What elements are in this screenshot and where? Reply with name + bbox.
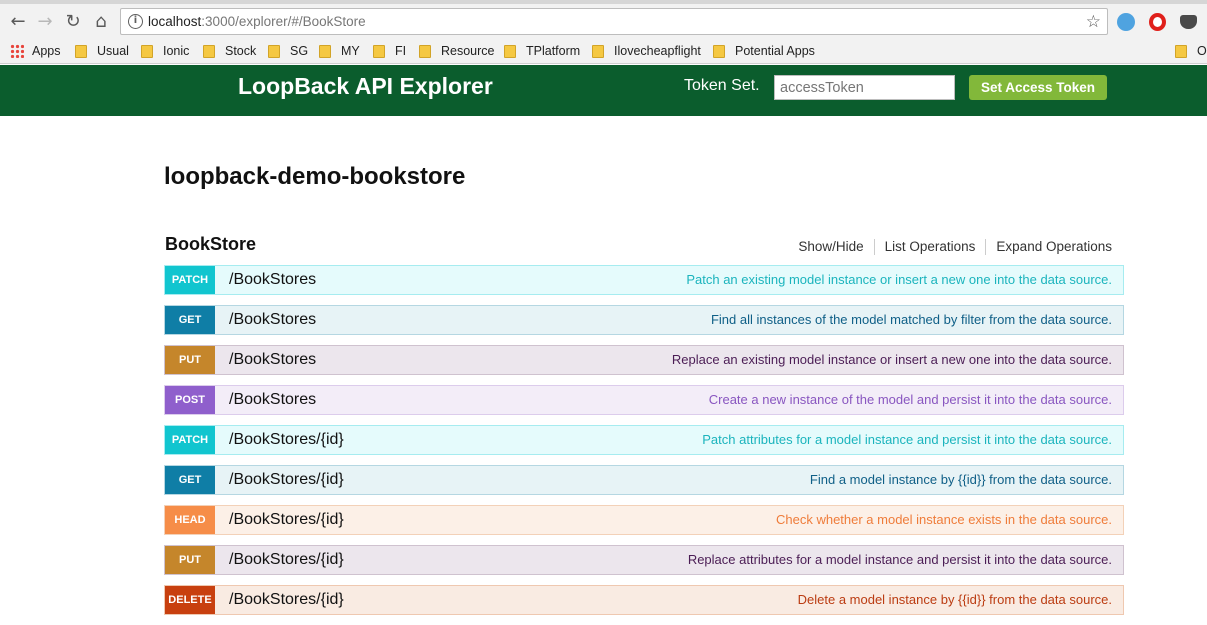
method-badge[interactable]: PATCH (165, 426, 215, 454)
app-header: LoopBack API Explorer Token Set. Set Acc… (0, 65, 1207, 116)
folder-icon (203, 44, 215, 58)
operation-path[interactable]: /BookStores/{id} (229, 511, 344, 529)
folder-icon (419, 44, 431, 58)
folder-icon (141, 44, 153, 58)
apps-grid-icon (10, 44, 24, 58)
bookmark-label: Stock (225, 44, 257, 58)
operation-path[interactable]: /BookStores/{id} (229, 471, 344, 489)
extension-bird-icon[interactable] (1117, 13, 1135, 31)
operation-row[interactable]: PATCH /BookStores/{id} Patch attributes … (164, 425, 1124, 455)
operation-path[interactable]: /BookStores (229, 351, 316, 369)
token-status-label: Token Set. (684, 77, 760, 94)
bookmark-label: Ionic (163, 44, 190, 58)
operation-row[interactable]: HEAD /BookStores/{id} Check whether a mo… (164, 505, 1124, 535)
bookmark-label: Resource (441, 44, 495, 58)
bookmark-label: O (1197, 44, 1207, 58)
bookmark-label: SG (290, 44, 309, 58)
back-arrow-icon[interactable]: ← (6, 9, 30, 33)
opera-icon[interactable] (1149, 13, 1166, 31)
operation-summary[interactable]: Patch attributes for a model instance an… (702, 432, 1112, 447)
operation-row[interactable]: DELETE /BookStores/{id} Delete a model i… (164, 585, 1124, 615)
operations-list: PATCH /BookStores Patch an existing mode… (164, 265, 1124, 625)
operation-path[interactable]: /BookStores/{id} (229, 431, 344, 449)
operation-path[interactable]: /BookStores (229, 271, 316, 289)
bookmark-folder[interactable]: TPlatform (504, 43, 580, 59)
project-title: loopback-demo-bookstore (164, 163, 466, 190)
operation-row[interactable]: GET /BookStores/{id} Find a model instan… (164, 465, 1124, 495)
expand-operations-link[interactable]: Expand Operations (986, 239, 1112, 255)
operation-summary[interactable]: Patch an existing model instance or inse… (686, 272, 1112, 287)
bookmark-label: MY (341, 44, 360, 58)
bookmark-label: FI (395, 44, 407, 58)
bookmark-label: TPlatform (526, 44, 581, 58)
operation-summary[interactable]: Create a new instance of the model and p… (709, 392, 1112, 407)
bookmarks-bar: Apps Usual Ionic Stock SG MY FI Resource… (0, 38, 1207, 64)
operation-summary[interactable]: Find a model instance by {{id}} from the… (810, 472, 1112, 487)
folder-icon (319, 44, 331, 58)
app-title[interactable]: LoopBack API Explorer (238, 73, 493, 100)
folder-icon (268, 44, 280, 58)
folder-icon (592, 44, 604, 58)
bookmark-folder[interactable]: SG (268, 43, 308, 59)
bookmark-folder[interactable]: MY (319, 43, 360, 59)
show-hide-link[interactable]: Show/Hide (788, 239, 875, 255)
reload-icon[interactable]: ↻ (61, 9, 85, 33)
operation-summary[interactable]: Replace an existing model instance or in… (672, 352, 1112, 367)
method-badge[interactable]: PATCH (165, 266, 215, 294)
operation-path[interactable]: /BookStores (229, 391, 316, 409)
bookmark-folder[interactable]: O (1175, 43, 1207, 59)
resource-links: Show/Hide List Operations Expand Operati… (788, 239, 1112, 255)
method-badge[interactable]: PUT (165, 546, 215, 574)
bookmark-apps[interactable]: Apps (10, 43, 61, 59)
access-token-input[interactable] (774, 75, 955, 100)
bookmark-folder[interactable]: Ionic (141, 43, 189, 59)
pocket-icon[interactable] (1180, 15, 1197, 29)
operation-path[interactable]: /BookStores (229, 311, 316, 329)
address-bar[interactable]: i localhost:3000/explorer/#/BookStore ☆ (120, 8, 1108, 35)
bookmark-label: Apps (32, 44, 61, 58)
url-path: :3000/explorer/#/BookStore (201, 14, 366, 29)
home-icon[interactable]: ⌂ (89, 9, 113, 33)
operation-summary[interactable]: Delete a model instance by {{id}} from t… (798, 592, 1112, 607)
operation-path[interactable]: /BookStores/{id} (229, 551, 344, 569)
folder-icon (504, 44, 516, 58)
method-badge[interactable]: DELETE (165, 586, 215, 614)
operation-row[interactable]: PUT /BookStores Replace an existing mode… (164, 345, 1124, 375)
list-operations-link[interactable]: List Operations (875, 239, 987, 255)
bookmark-folder[interactable]: Stock (203, 43, 256, 59)
operation-row[interactable]: GET /BookStores Find all instances of th… (164, 305, 1124, 335)
operation-row[interactable]: POST /BookStores Create a new instance o… (164, 385, 1124, 415)
method-badge[interactable]: PUT (165, 346, 215, 374)
folder-icon (75, 44, 87, 58)
bookmark-label: Usual (97, 44, 129, 58)
bookmark-label: Potential Apps (735, 44, 815, 58)
bookmark-folder[interactable]: Potential Apps (713, 43, 815, 59)
forward-arrow-icon[interactable]: → (33, 9, 57, 33)
operation-summary[interactable]: Find all instances of the model matched … (711, 312, 1112, 327)
method-badge[interactable]: HEAD (165, 506, 215, 534)
url-text[interactable]: localhost:3000/explorer/#/BookStore (148, 14, 366, 29)
bookmark-folder[interactable]: FI (373, 43, 406, 59)
bookmark-folder[interactable]: Resource (419, 43, 495, 59)
method-badge[interactable]: GET (165, 306, 215, 334)
browser-toolbar: ← → ↻ ⌂ i localhost:3000/explorer/#/Book… (0, 4, 1207, 38)
bookmark-label: Ilovecheapflight (614, 44, 701, 58)
folder-icon (373, 44, 385, 58)
method-badge[interactable]: POST (165, 386, 215, 414)
folder-icon (713, 44, 725, 58)
operation-row[interactable]: PUT /BookStores/{id} Replace attributes … (164, 545, 1124, 575)
info-icon[interactable]: i (128, 14, 143, 29)
operation-summary[interactable]: Check whether a model instance exists in… (776, 512, 1112, 527)
folder-icon (1175, 44, 1187, 58)
operation-summary[interactable]: Replace attributes for a model instance … (688, 552, 1112, 567)
method-badge[interactable]: GET (165, 466, 215, 494)
star-icon[interactable]: ☆ (1086, 12, 1101, 32)
bookmark-folder[interactable]: Ilovecheapflight (592, 43, 701, 59)
resource-title[interactable]: BookStore (165, 234, 256, 255)
set-access-token-button[interactable]: Set Access Token (969, 75, 1107, 100)
operation-path[interactable]: /BookStores/{id} (229, 591, 344, 609)
bookmark-folder[interactable]: Usual (75, 43, 129, 59)
operation-row[interactable]: PATCH /BookStores Patch an existing mode… (164, 265, 1124, 295)
url-host: localhost (148, 14, 202, 29)
